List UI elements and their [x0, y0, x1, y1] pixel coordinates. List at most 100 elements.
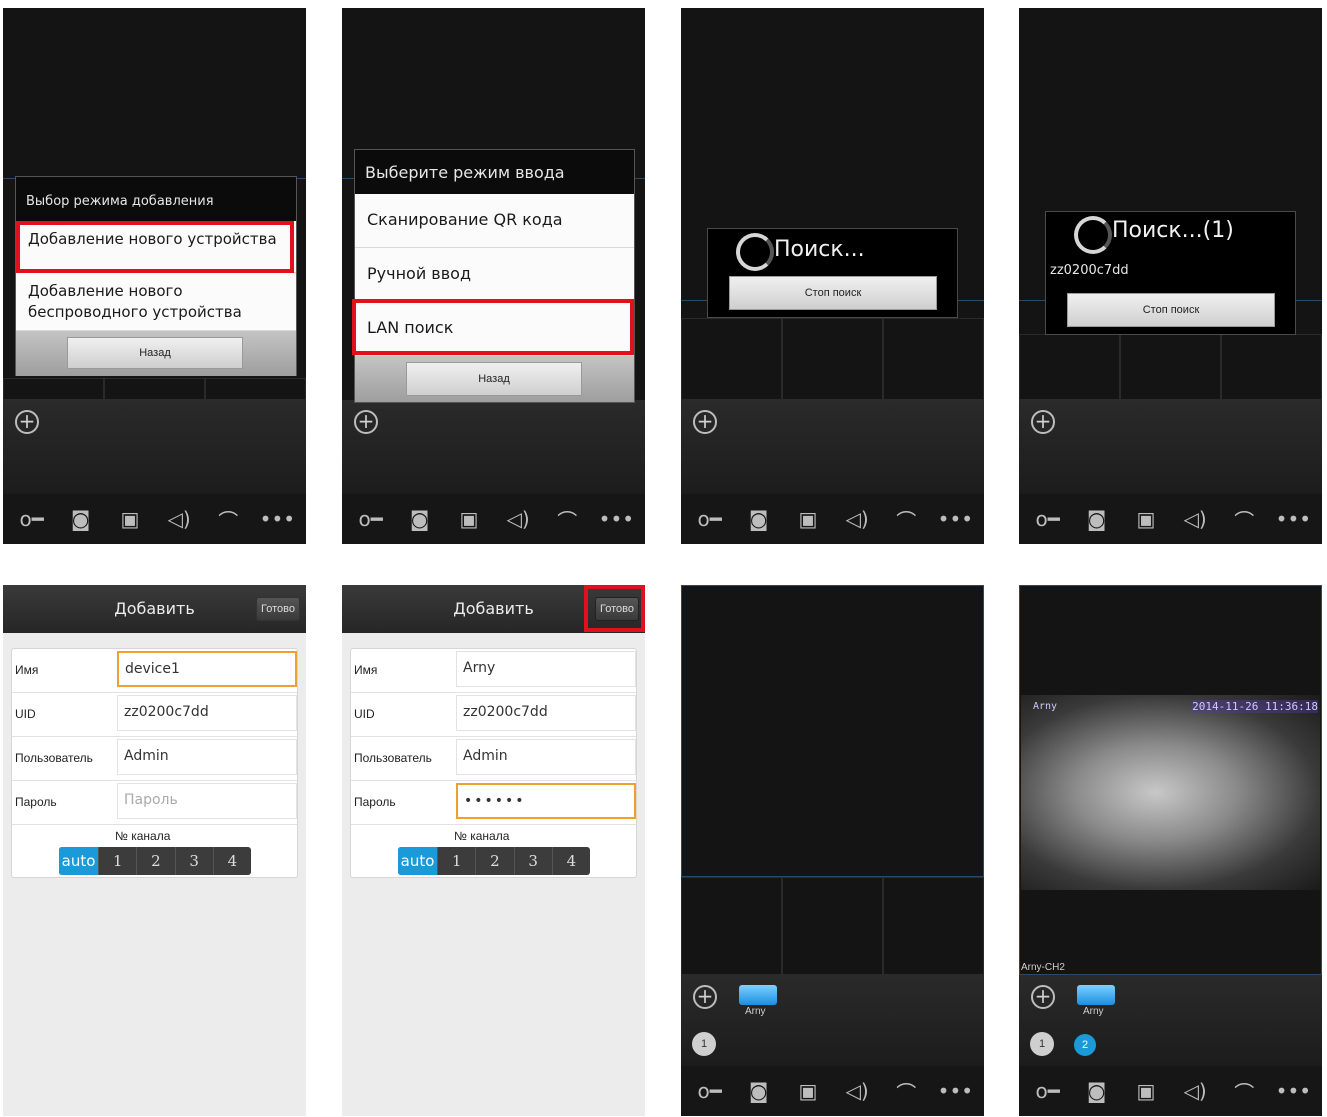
- channel-dot-1[interactable]: 1: [692, 1032, 716, 1056]
- video-record-icon[interactable]: ▣: [451, 507, 487, 531]
- field-row-name: Имя device1: [12, 649, 297, 693]
- video-record-icon[interactable]: ▣: [112, 507, 148, 531]
- phone-icon[interactable]: ⌒: [549, 505, 585, 534]
- field-row-name: Имя Arny: [351, 649, 636, 693]
- control-strip: + Arny 1: [681, 975, 984, 1066]
- add-device-icon[interactable]: +: [1031, 410, 1055, 434]
- channel-3[interactable]: 3: [515, 847, 553, 875]
- speaker-icon[interactable]: ◁): [839, 507, 875, 531]
- option-manual-input[interactable]: Ручной ввод: [355, 248, 634, 302]
- key-icon[interactable]: o━: [353, 507, 389, 531]
- camera-icon[interactable]: ◙: [402, 507, 438, 531]
- grid-cell[interactable]: [782, 877, 883, 975]
- camera-device-icon[interactable]: [1077, 985, 1115, 1005]
- key-icon[interactable]: o━: [1030, 507, 1066, 531]
- speaker-icon[interactable]: ◁): [1177, 1079, 1213, 1103]
- more-icon[interactable]: •••: [598, 507, 634, 531]
- found-device-uid[interactable]: zz0200c7dd: [1050, 263, 1129, 278]
- name-field[interactable]: device1: [117, 651, 297, 687]
- phone-icon[interactable]: ⌒: [210, 505, 246, 534]
- grid-cell-main[interactable]: [681, 585, 984, 877]
- camera-icon[interactable]: ◙: [741, 1079, 777, 1103]
- spinner-icon: [1074, 216, 1112, 254]
- form-header: Добавить Готово: [3, 585, 306, 633]
- video-overlay-timestamp: 2014-11-26 11:36:18: [1192, 700, 1318, 713]
- channel-2[interactable]: 2: [476, 847, 515, 875]
- option-qr-scan[interactable]: Сканирование QR кода: [355, 194, 634, 248]
- option-add-wireless-device[interactable]: Добавление нового беспроводного устройст…: [16, 273, 296, 331]
- grid-cell[interactable]: [1221, 334, 1322, 400]
- speaker-icon[interactable]: ◁): [500, 507, 536, 531]
- grid-cell[interactable]: [1120, 334, 1221, 400]
- camera-icon[interactable]: ◙: [1079, 507, 1115, 531]
- key-icon[interactable]: o━: [14, 507, 50, 531]
- camera-icon[interactable]: ◙: [63, 507, 99, 531]
- phone-icon[interactable]: ⌒: [888, 505, 924, 534]
- channel-3[interactable]: 3: [176, 847, 214, 875]
- name-field[interactable]: Arny: [456, 651, 636, 687]
- channel-2[interactable]: 2: [137, 847, 176, 875]
- grid-cell[interactable]: [3, 378, 104, 400]
- add-device-icon[interactable]: +: [354, 410, 378, 434]
- speaker-icon[interactable]: ◁): [1177, 507, 1213, 531]
- user-field[interactable]: Admin: [456, 739, 636, 775]
- add-device-icon[interactable]: +: [1031, 985, 1055, 1009]
- grid-cell[interactable]: [104, 378, 205, 400]
- channel-dot-2[interactable]: 2: [1074, 1034, 1096, 1056]
- video-record-icon[interactable]: ▣: [1128, 1079, 1164, 1103]
- channel-1[interactable]: 1: [438, 847, 477, 875]
- stop-search-button[interactable]: Стоп поиск: [1067, 293, 1275, 327]
- channel-dot-1[interactable]: 1: [1030, 1032, 1054, 1056]
- field-row-uid: UID zz0200c7dd: [12, 693, 297, 737]
- camera-icon[interactable]: ◙: [741, 507, 777, 531]
- password-field[interactable]: Пароль: [117, 783, 297, 819]
- more-icon[interactable]: •••: [937, 1079, 973, 1103]
- control-strip: + Arny 1 2: [1019, 975, 1322, 1066]
- speaker-icon[interactable]: ◁): [839, 1079, 875, 1103]
- key-icon[interactable]: o━: [1030, 1079, 1066, 1103]
- more-icon[interactable]: •••: [259, 507, 295, 531]
- more-icon[interactable]: •••: [937, 507, 973, 531]
- video-record-icon[interactable]: ▣: [790, 507, 826, 531]
- screen-searching: + Поиск... Стоп поиск o━ ◙ ▣ ◁) ⌒ •••: [681, 8, 984, 544]
- channel-4[interactable]: 4: [553, 847, 590, 875]
- camera-icon[interactable]: ◙: [1079, 1079, 1115, 1103]
- video-record-icon[interactable]: ▣: [790, 1079, 826, 1103]
- grid-cell[interactable]: [883, 318, 984, 400]
- add-device-icon[interactable]: +: [693, 985, 717, 1009]
- camera-device-icon[interactable]: [739, 985, 777, 1005]
- more-icon[interactable]: •••: [1275, 1079, 1311, 1103]
- grid-cell[interactable]: [681, 877, 782, 975]
- channel-auto[interactable]: auto: [59, 847, 100, 875]
- phone-icon[interactable]: ⌒: [888, 1077, 924, 1106]
- phone-icon[interactable]: ⌒: [1226, 1077, 1262, 1106]
- control-strip: +: [1019, 400, 1322, 496]
- grid-cell[interactable]: [782, 318, 883, 400]
- done-button[interactable]: Готово: [256, 597, 300, 621]
- user-field[interactable]: Admin: [117, 739, 297, 775]
- back-button[interactable]: Назад: [406, 362, 582, 396]
- add-device-icon[interactable]: +: [693, 410, 717, 434]
- channel-1[interactable]: 1: [99, 847, 138, 875]
- back-button[interactable]: Назад: [67, 337, 243, 369]
- more-icon[interactable]: •••: [1275, 507, 1311, 531]
- uid-field[interactable]: zz0200c7dd: [456, 695, 636, 731]
- bottom-toolbar: o━ ◙ ▣ ◁) ⌒ •••: [1019, 1066, 1322, 1116]
- highlight-box: [584, 585, 645, 632]
- grid-cell[interactable]: [883, 877, 984, 975]
- key-icon[interactable]: o━: [692, 507, 728, 531]
- grid-cell[interactable]: [681, 318, 782, 400]
- grid-cell[interactable]: [205, 378, 306, 400]
- grid-cell[interactable]: [1019, 334, 1120, 400]
- channel-auto[interactable]: auto: [398, 847, 439, 875]
- stop-search-button[interactable]: Стоп поиск: [729, 276, 937, 310]
- key-icon[interactable]: o━: [692, 1079, 728, 1103]
- uid-field[interactable]: zz0200c7dd: [117, 695, 297, 731]
- phone-icon[interactable]: ⌒: [1226, 505, 1262, 534]
- speaker-icon[interactable]: ◁): [161, 507, 197, 531]
- video-feed[interactable]: Arny 2014-11-26 11:36:18: [1021, 695, 1320, 890]
- video-record-icon[interactable]: ▣: [1128, 507, 1164, 531]
- password-field[interactable]: ••••••: [456, 783, 636, 819]
- channel-4[interactable]: 4: [214, 847, 251, 875]
- add-device-icon[interactable]: +: [15, 410, 39, 434]
